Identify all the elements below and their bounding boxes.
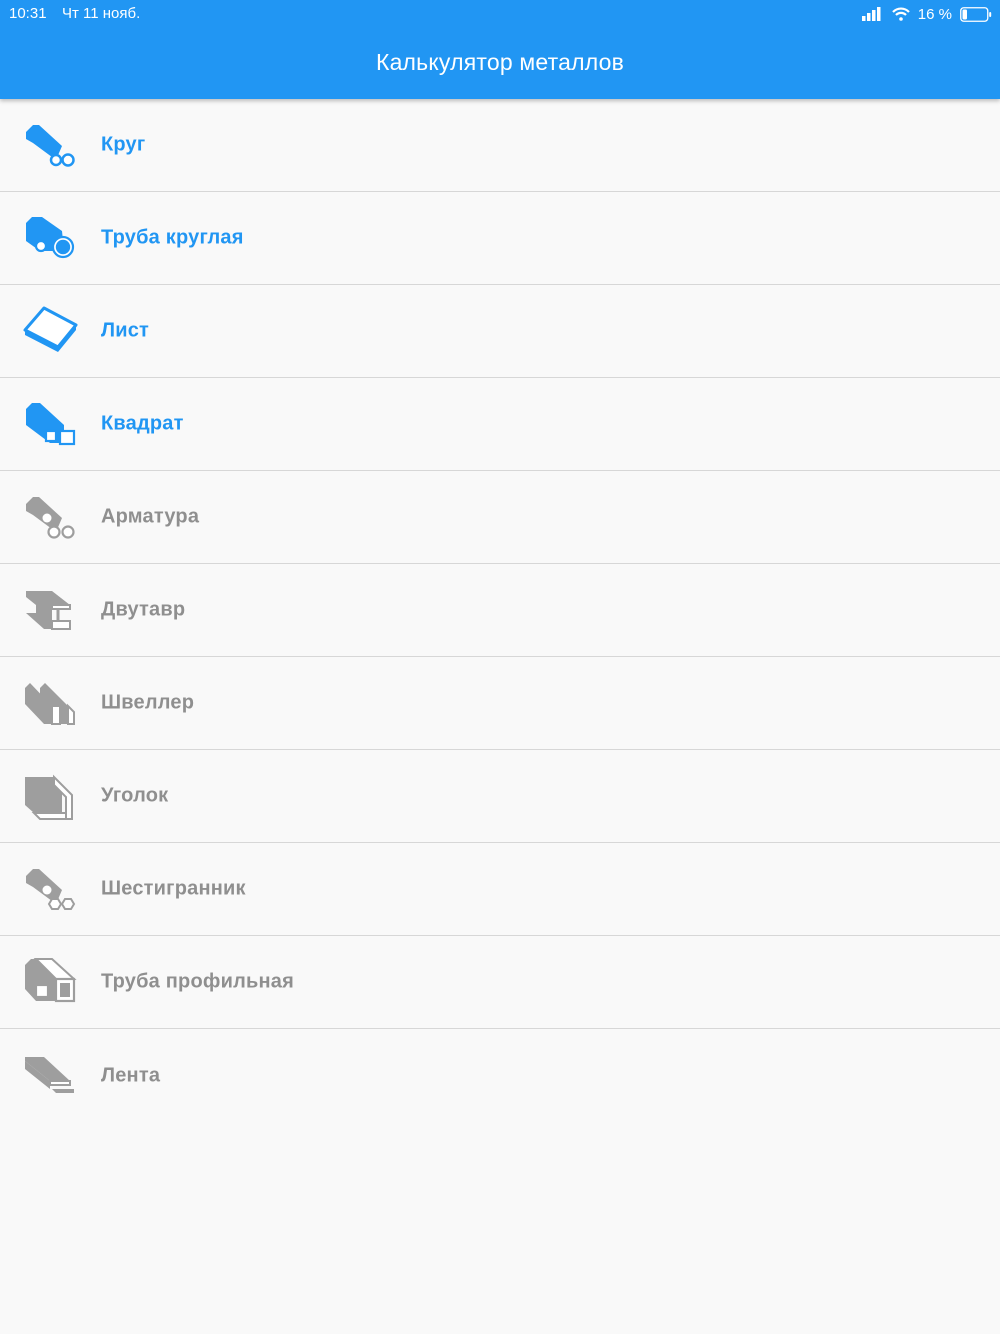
metal-list: Круг Труба круглая Лист Квадрат Арматура… — [0, 99, 1000, 1122]
rebar-icon — [26, 497, 75, 539]
list-item-label: Лист — [101, 319, 150, 342]
round-bar-icon — [26, 125, 75, 167]
channel-icon — [25, 683, 75, 725]
list-item-shveller[interactable]: Швеллер — [0, 657, 1000, 750]
round-pipe-icon — [26, 217, 75, 259]
status-date: Чт 11 нояб. — [62, 5, 141, 22]
list-item-label: Лента — [101, 1064, 161, 1086]
list-item-krug[interactable]: Круг — [0, 99, 1000, 192]
list-item-label: Арматура — [101, 505, 200, 528]
profile-pipe-icon — [25, 958, 77, 1003]
battery-icon — [960, 6, 992, 22]
page-title: Калькулятор металлов — [375, 49, 625, 75]
list-item-list[interactable]: Лист — [0, 285, 1000, 378]
wifi-icon — [891, 7, 910, 21]
list-item-label: Шестигранник — [101, 877, 246, 900]
list-item-label: Круг — [101, 133, 146, 156]
list-item-label: Уголок — [101, 784, 169, 807]
list-item-label: Швеллер — [101, 691, 195, 714]
battery-percent: 16 % — [917, 5, 952, 23]
hexagon-bar-icon — [26, 869, 76, 910]
list-item-label: Двутавр — [101, 598, 186, 621]
list-item-truba-profilnaya[interactable]: Труба профильная — [0, 936, 1000, 1029]
square-bar-icon — [26, 403, 76, 446]
list-item-shestigrannik[interactable]: Шестигранник — [0, 843, 1000, 936]
list-item-ugolok[interactable]: Уголок — [0, 750, 1000, 843]
list-item-label: Труба круглая — [101, 226, 244, 249]
list-item-label: Труба профильная — [101, 970, 294, 993]
status-indicators: 16 % — [861, 4, 992, 24]
list-item-truba-kruglaya[interactable]: Труба круглая — [0, 192, 1000, 285]
list-item-lenta[interactable]: Лента — [0, 1029, 1000, 1122]
angle-icon — [25, 774, 73, 820]
status-time: 10:31 — [9, 5, 47, 22]
i-beam-icon — [26, 591, 71, 630]
list-item-dvutavr[interactable]: Двутавр — [0, 564, 1000, 657]
list-item-armatura[interactable]: Арматура — [0, 471, 1000, 564]
sheet-icon — [23, 306, 78, 352]
list-item-label: Квадрат — [101, 412, 184, 435]
list-item-kvadrat[interactable]: Квадрат — [0, 378, 1000, 471]
signal-icon — [861, 7, 881, 21]
strip-icon — [25, 1056, 74, 1093]
app-bar: 10:31 Чт 11 нояб. 16 % Калькулятор метал… — [0, 0, 1000, 99]
